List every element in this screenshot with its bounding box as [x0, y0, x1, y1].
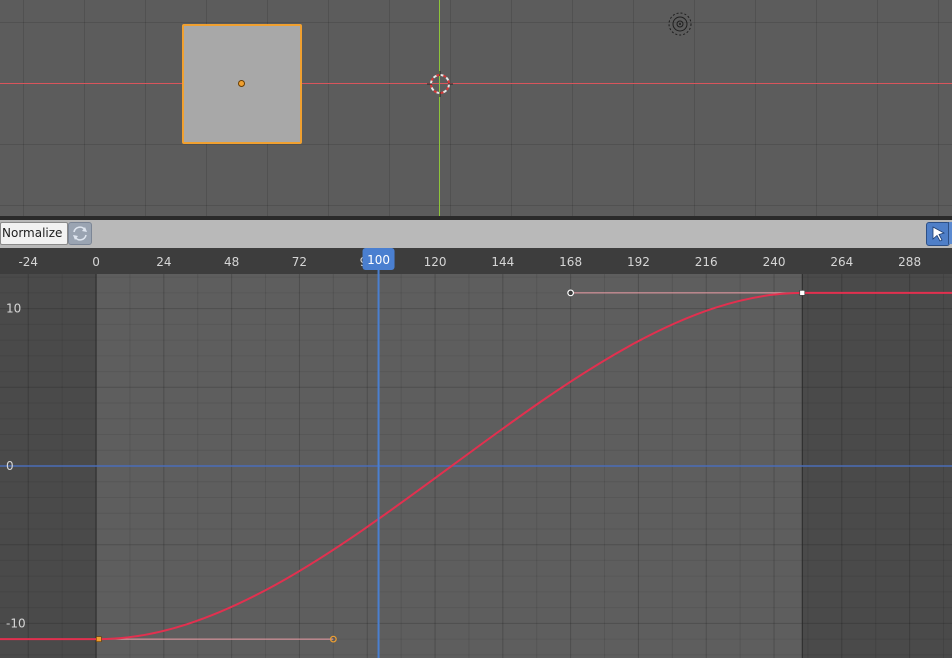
- keyframe-start: [96, 636, 102, 642]
- graph-editor-area[interactable]: -24024487296120144168192216240264288 100…: [0, 248, 952, 658]
- fcurve-graph[interactable]: -24024487296120144168192216240264288 100…: [0, 248, 952, 658]
- value-tick-label: 10: [6, 302, 21, 316]
- auto-normalize-button[interactable]: [68, 222, 92, 245]
- select-arrow-icon: [932, 226, 946, 242]
- frame-tick-label: 288: [898, 255, 921, 269]
- value-tick-label: -10: [6, 616, 26, 630]
- frame-tick-label: 168: [559, 255, 582, 269]
- select-tool-button-secondary[interactable]: [948, 222, 952, 244]
- selected-plane-object[interactable]: [182, 24, 302, 144]
- scene-frame-range: [96, 248, 803, 658]
- normalize-label: Normalize: [2, 226, 63, 240]
- frame-tick-label: 216: [695, 255, 718, 269]
- frame-tick-label: 72: [292, 255, 307, 269]
- y-axis-line: [439, 0, 440, 216]
- value-tick-label: 0: [6, 459, 14, 473]
- frame-ruler[interactable]: [0, 248, 952, 274]
- current-frame-label: 100: [367, 253, 390, 267]
- frame-tick-label: -24: [18, 255, 38, 269]
- 3d-viewport[interactable]: [0, 0, 952, 216]
- bezier-handle-left: [567, 289, 575, 297]
- frame-tick-label: 264: [830, 255, 853, 269]
- frame-tick-label: 192: [627, 255, 650, 269]
- frame-tick-label: 240: [763, 255, 786, 269]
- graph-editor-header: Normalize: [0, 220, 952, 248]
- x-axis-line: [0, 83, 952, 84]
- auto-normalize-icon: [73, 226, 87, 241]
- frame-tick-label: 120: [424, 255, 447, 269]
- frame-tick-label: 48: [224, 255, 239, 269]
- select-tool-button[interactable]: [926, 222, 950, 246]
- object-origin: [238, 80, 245, 87]
- frame-tick-label: 144: [491, 255, 514, 269]
- 3d-cursor-icon[interactable]: [427, 71, 453, 97]
- light-icon[interactable]: [667, 11, 693, 37]
- frame-tick-label: 0: [92, 255, 100, 269]
- frame-tick-label: 24: [156, 255, 171, 269]
- keyframe-end: [799, 290, 806, 296]
- normalize-toggle[interactable]: Normalize: [0, 222, 68, 245]
